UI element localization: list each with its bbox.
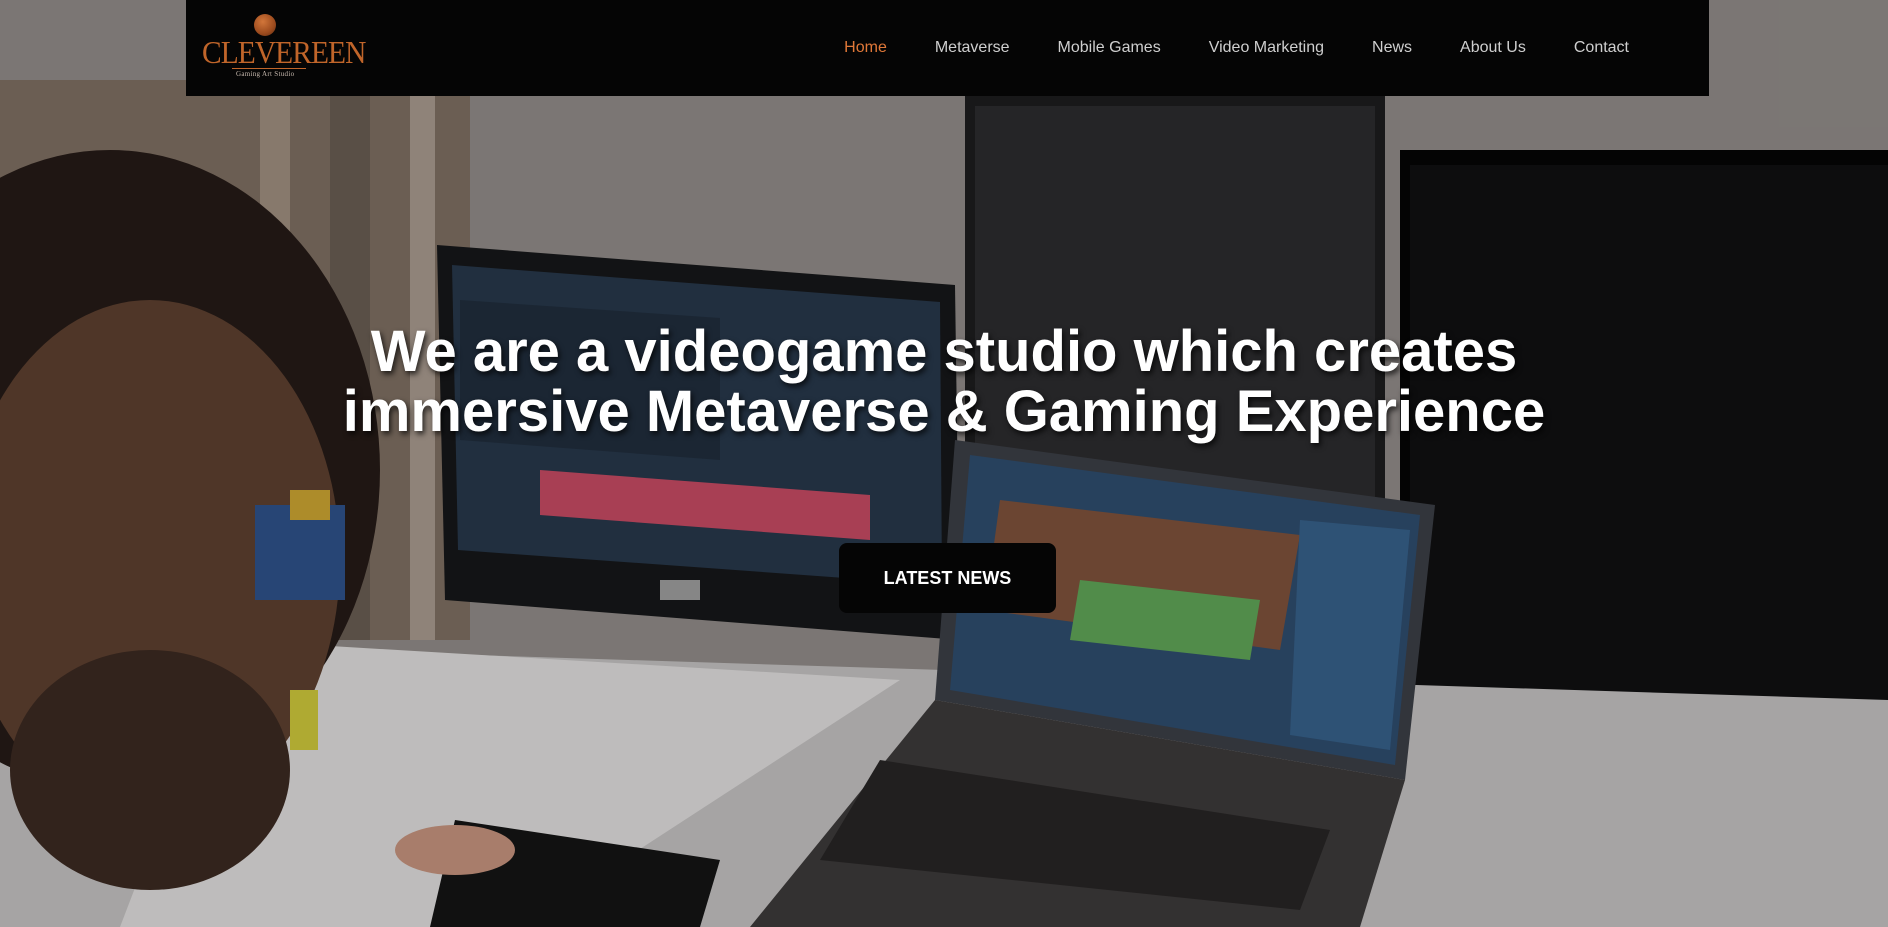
nav-item-home[interactable]: Home xyxy=(820,39,911,57)
nav-item-contact[interactable]: Contact xyxy=(1550,39,1653,57)
logo-subtitle: Gaming Art Studio xyxy=(236,70,295,78)
latest-news-button[interactable]: LATEST NEWS xyxy=(839,543,1056,613)
nav-item-mobile-games[interactable]: Mobile Games xyxy=(1034,39,1185,57)
nav-item-metaverse[interactable]: Metaverse xyxy=(911,39,1034,57)
logo-ball-icon xyxy=(254,14,276,36)
nav-menu: Home Metaverse Mobile Games Video Market… xyxy=(820,0,1653,96)
hero-headline-line-1: We are a videogame studio which creates xyxy=(370,319,1518,384)
nav-item-video-marketing[interactable]: Video Marketing xyxy=(1185,39,1348,57)
nav-item-about-us[interactable]: About Us xyxy=(1436,39,1550,57)
hero-headline-line-2: immersive Metaverse & Gaming Experience xyxy=(342,379,1546,444)
nav-item-news[interactable]: News xyxy=(1348,39,1436,57)
logo-underline xyxy=(232,68,306,69)
hero-overlay xyxy=(0,0,1888,927)
hero-headline: We are a videogame studio which creates … xyxy=(0,322,1888,442)
top-navbar: CLEVEREEN Gaming Art Studio Home Metaver… xyxy=(186,0,1709,96)
brand-logo[interactable]: CLEVEREEN Gaming Art Studio xyxy=(202,12,366,84)
logo-wordmark: CLEVEREEN xyxy=(202,34,366,70)
hero-section: We are a videogame studio which creates … xyxy=(0,0,1888,927)
